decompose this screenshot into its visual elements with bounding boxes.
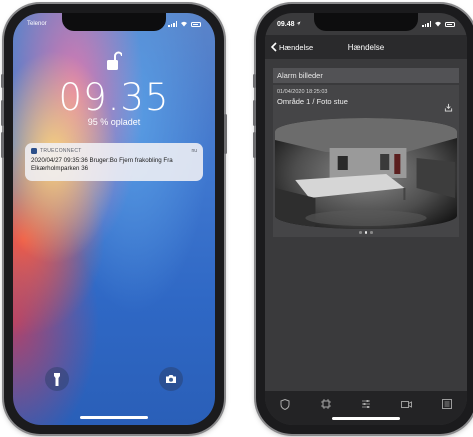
pager-dot[interactable]	[364, 231, 368, 234]
section-header: Alarm billeder	[273, 68, 459, 83]
status-icons	[422, 21, 455, 27]
mute-switch	[1, 74, 4, 88]
photo-title: Område 1 / Foto stue	[277, 97, 348, 106]
notification-app-name: TRUECONNECT	[40, 148, 82, 154]
status-bar: Telenor	[27, 18, 201, 30]
flashlight-button[interactable]	[45, 367, 69, 391]
notification-header: TRUECONNECT nu	[31, 147, 197, 155]
tab-security[interactable]	[279, 398, 291, 410]
back-button[interactable]: Hændelse	[265, 42, 313, 52]
list-icon	[441, 399, 452, 409]
chevron-left-icon	[271, 42, 277, 52]
app-screen: 09.48 Hændelse Hændelse Alarm billeder 0…	[265, 13, 467, 425]
lock-time: 09.35	[58, 76, 170, 119]
volume-down-button	[253, 132, 256, 158]
camera-button[interactable]	[159, 367, 183, 391]
panel-icon	[320, 399, 331, 409]
alarm-photo-card: 01/04/2020 18:25:03 Område 1 / Foto stue	[273, 85, 459, 237]
navigation-bar: Hændelse Hændelse	[265, 35, 467, 59]
mute-switch	[253, 74, 256, 88]
tab-video[interactable]	[400, 398, 412, 410]
photo-date: 01/04/2020 18:25:03	[277, 89, 328, 95]
tab-controls[interactable]	[360, 398, 372, 410]
video-camera-icon	[400, 400, 412, 408]
home-indicator[interactable]	[80, 416, 148, 419]
side-button	[224, 114, 227, 154]
trueconnect-app-icon	[31, 148, 37, 154]
battery-icon	[191, 21, 201, 27]
tab-panel[interactable]	[320, 398, 332, 410]
status-bar: 09.48	[277, 18, 455, 30]
signal-icon	[422, 21, 431, 27]
signal-icon	[168, 21, 177, 27]
sliders-icon	[361, 400, 370, 408]
volume-up-button	[1, 100, 4, 126]
volume-up-button	[253, 100, 256, 126]
alarm-photo[interactable]	[275, 118, 457, 229]
tab-list[interactable]	[441, 398, 453, 410]
home-indicator[interactable]	[332, 417, 400, 420]
notification-time: nu	[191, 148, 197, 154]
phone-right: 09.48 Hændelse Hændelse Alarm billeder 0…	[253, 4, 473, 434]
location-arrow-icon	[296, 21, 301, 26]
volume-down-button	[1, 132, 4, 158]
pager-dot[interactable]	[359, 231, 362, 234]
lock-screen: Telenor 09.35 95 % opladet TRUECONNECT n…	[13, 13, 215, 425]
pager-dots	[273, 231, 459, 234]
back-button-label: Hændelse	[279, 42, 314, 52]
status-time: 09.48	[277, 21, 301, 28]
battery-status-text: 95 % opladet	[87, 117, 141, 127]
flashlight-icon	[54, 372, 60, 386]
room-photo-image	[275, 118, 457, 229]
carrier-label: Telenor	[27, 21, 47, 27]
notification[interactable]: TRUECONNECT nu 2020/04/27 09:35:36 Bruge…	[25, 143, 203, 181]
status-time-text: 09.48	[277, 20, 295, 28]
phone-left: Telenor 09.35 95 % opladet TRUECONNECT n…	[1, 4, 227, 434]
status-icons	[168, 21, 201, 27]
camera-icon	[166, 375, 176, 383]
notification-message: 2020/04/27 09:35:36 Bruger:Bo Fjern frak…	[31, 157, 173, 172]
wifi-icon	[435, 21, 441, 27]
pager-dot[interactable]	[370, 231, 373, 234]
unlocked-padlock-icon	[107, 51, 122, 70]
shield-icon	[280, 398, 290, 410]
download-icon[interactable]	[444, 103, 453, 112]
wifi-icon	[181, 21, 187, 27]
battery-icon	[445, 21, 455, 27]
